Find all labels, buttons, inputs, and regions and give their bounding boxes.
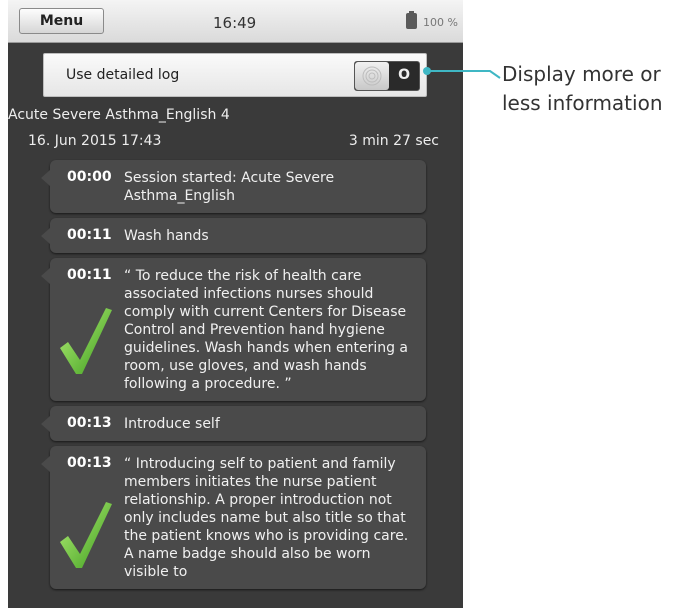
toggle-icon <box>355 62 389 90</box>
log-entry: 00:13 Introduce self <box>41 406 426 441</box>
log-entry-feedback: 00:13 “ Introducing self to patient and … <box>41 446 426 589</box>
menu-button[interactable]: Menu <box>19 8 104 34</box>
detailed-log-label: Use detailed log <box>66 67 180 83</box>
log-entry-time: 00:00 <box>67 169 112 185</box>
log-entry-time: 00:13 <box>67 415 112 431</box>
toggle-state: O <box>398 67 410 83</box>
checkmark-icon <box>60 502 112 568</box>
log-entry: 00:00 Session started: Acute Severe Asth… <box>41 160 426 213</box>
battery-icon <box>406 11 417 29</box>
log-entry-time: 00:11 <box>67 227 112 243</box>
log-entry-time: 00:11 <box>67 267 112 283</box>
detailed-log-toggle[interactable]: O <box>354 61 420 91</box>
device-screen: Menu 16:49 100 % Use detailed log O Acut… <box>8 0 463 608</box>
log-entry: 00:11 Wash hands <box>41 218 426 253</box>
annotation-callout: Display more or less information <box>502 62 663 115</box>
log-entry-text: Session started: Acute Severe Asthma_Eng… <box>124 170 335 204</box>
checkmark-icon <box>60 308 112 374</box>
log-entry-feedback: 00:11 “ To reduce the risk of health car… <box>41 258 426 401</box>
session-log: 00:00 Session started: Acute Severe Asth… <box>40 160 426 594</box>
log-entry-time: 00:13 <box>67 455 112 471</box>
clock: 16:49 <box>213 14 257 32</box>
session-title: Acute Severe Asthma_English 4 <box>8 107 230 123</box>
status-bar: Menu 16:49 100 % <box>8 0 463 43</box>
detailed-log-setting: Use detailed log O <box>43 53 427 97</box>
session-duration: 3 min 27 sec <box>348 133 439 149</box>
session-date: 16. Jun 2015 17:43 <box>28 133 162 149</box>
battery-level: 100 % <box>423 16 458 29</box>
